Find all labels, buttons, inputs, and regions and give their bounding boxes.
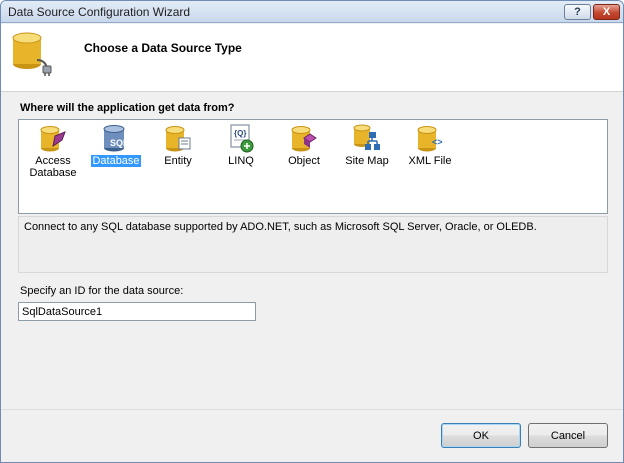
database-plug-icon	[12, 32, 52, 76]
window-title: Data Source Configuration Wizard	[8, 5, 191, 19]
close-button[interactable]: X	[593, 4, 620, 20]
svg-text:SQL: SQL	[110, 138, 129, 148]
access-database-icon	[40, 126, 66, 152]
title-bar[interactable]: Data Source Configuration Wizard ? X	[1, 1, 623, 23]
object-icon	[291, 126, 317, 152]
sql-database-icon: SQL	[103, 125, 129, 152]
page-title: Choose a Data Source Type	[84, 41, 242, 55]
ok-button[interactable]: OK	[441, 423, 521, 448]
entity-icon	[165, 126, 191, 152]
source-item-database[interactable]: SQL Database	[86, 122, 146, 167]
xml-file-icon: <>	[417, 126, 443, 152]
data-source-question: Where will the application get data from…	[20, 102, 235, 114]
svg-text:{Q}: {Q}	[234, 129, 246, 138]
source-item-label: Object	[288, 155, 320, 167]
data-source-type-list[interactable]: Access Database SQL Database Entity {Q} …	[18, 119, 608, 214]
cancel-button[interactable]: Cancel	[528, 423, 608, 448]
source-item-label: Access Database	[29, 155, 77, 179]
linq-icon: {Q}	[230, 124, 254, 153]
svg-text:<>: <>	[432, 137, 443, 147]
wizard-header: Choose a Data Source Type	[1, 24, 623, 92]
source-item-xml-file[interactable]: <> XML File	[400, 122, 460, 167]
source-item-label: Entity	[164, 155, 192, 167]
footer-divider	[1, 409, 623, 410]
data-source-id-input[interactable]	[18, 302, 256, 321]
help-button[interactable]: ?	[564, 4, 591, 20]
source-item-entity[interactable]: Entity	[148, 122, 208, 167]
source-item-label: Site Map	[345, 155, 389, 167]
source-item-linq[interactable]: {Q} LINQ	[211, 122, 271, 167]
data-source-id-label: Specify an ID for the data source:	[20, 285, 184, 297]
site-map-icon	[353, 124, 380, 150]
source-item-label: Database	[91, 155, 141, 167]
source-item-label: XML File	[408, 155, 452, 167]
data-source-description: Connect to any SQL database supported by…	[18, 216, 608, 273]
source-item-site-map[interactable]: Site Map	[337, 122, 397, 167]
source-item-label: LINQ	[228, 155, 254, 167]
source-item-object[interactable]: Object	[274, 122, 334, 167]
source-item-access-database[interactable]: Access Database	[23, 122, 83, 179]
wizard-window: Data Source Configuration Wizard ? X Cho…	[0, 0, 624, 463]
